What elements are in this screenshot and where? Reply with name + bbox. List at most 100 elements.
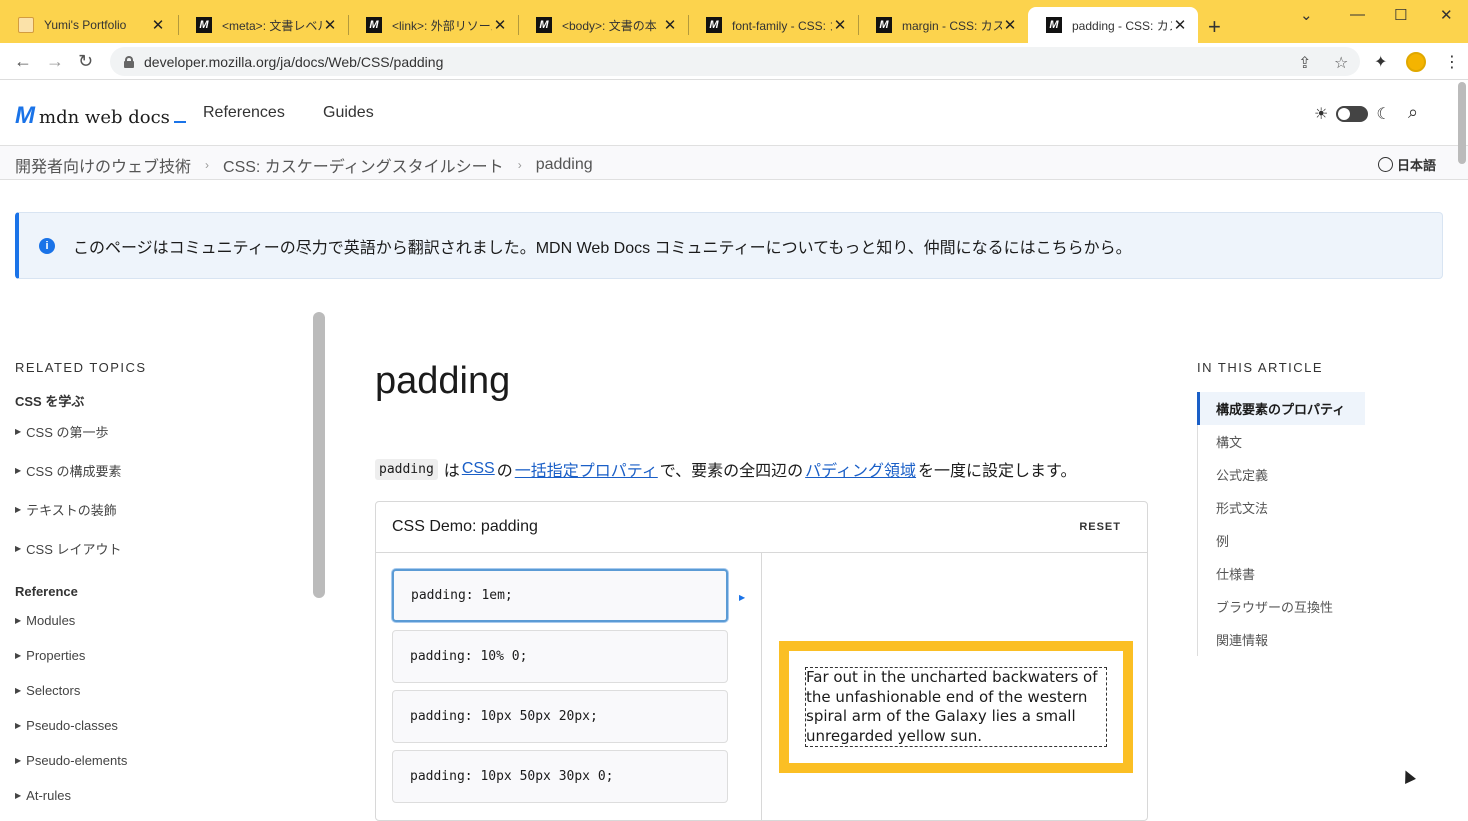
sidebar-item-pseudo-elements[interactable]: Pseudo-elements xyxy=(15,753,305,768)
close-icon[interactable]: ✕ xyxy=(662,16,678,34)
logo-text: mdn web docs xyxy=(39,107,170,128)
toc-item-see-also[interactable]: 関連情報 xyxy=(1198,623,1365,656)
sidebar: RELATED TOPICS CSS を学ぶ CSS の第一歩 CSS の構成要… xyxy=(15,360,305,803)
link-padding-area[interactable]: パディング領域 xyxy=(805,457,916,481)
sidebar-item-properties[interactable]: Properties xyxy=(15,648,305,663)
extensions-puzzle-icon[interactable]: ✦ xyxy=(1374,52,1387,72)
tab-title: <link>: 外部リソース xyxy=(392,18,492,33)
demo-title: CSS Demo: padding xyxy=(392,518,538,535)
reset-button[interactable]: RESET xyxy=(1079,521,1121,533)
mdn-logo[interactable]: M mdn web docs xyxy=(15,102,186,130)
breadcrumb-item-css[interactable]: CSS: カスケーディングスタイルシート xyxy=(223,153,504,177)
sidebar-item-selectors[interactable]: Selectors xyxy=(15,683,305,698)
sidebar-scrollbar[interactable] xyxy=(313,312,325,598)
close-icon[interactable]: ✕ xyxy=(1172,16,1188,34)
toc-item-syntax[interactable]: 構文 xyxy=(1198,425,1365,458)
sidebar-item-styling-text[interactable]: テキストの装飾 xyxy=(15,500,305,519)
breadcrumb-item-padding[interactable]: padding xyxy=(536,156,593,174)
chevron-right-icon: › xyxy=(205,158,210,172)
tab-body[interactable]: M <body>: 文書の本 ✕ xyxy=(518,7,688,43)
forward-icon[interactable]: → xyxy=(46,51,64,72)
breadcrumb: 開発者向けのウェブ技術 › CSS: カスケーディングスタイルシート › pad… xyxy=(15,153,593,177)
tab-margin[interactable]: M margin - CSS: カスケ ✕ xyxy=(858,7,1028,43)
link-css[interactable]: CSS xyxy=(462,460,495,478)
nav-guides[interactable]: Guides xyxy=(323,104,374,122)
tab-title: margin - CSS: カスケ xyxy=(902,18,1002,33)
mdn-icon: M xyxy=(366,17,382,33)
toc-item-browser-compat[interactable]: ブラウザーの互換性 xyxy=(1198,590,1365,623)
toc-item-examples[interactable]: 例 xyxy=(1198,524,1365,557)
sidebar-item-at-rules[interactable]: At-rules xyxy=(15,788,305,803)
tab-link[interactable]: M <link>: 外部リソース ✕ xyxy=(348,7,518,43)
sidebar-item-css-layout[interactable]: CSS レイアウト xyxy=(15,539,305,558)
mdn-logo-mark-icon: M xyxy=(15,102,35,129)
share-icon[interactable]: ⇪ xyxy=(1298,53,1311,73)
intro-text: で、要素の全四辺の xyxy=(659,463,804,480)
page-title: padding xyxy=(375,360,511,402)
sidebar-group-reference: Reference xyxy=(15,584,78,599)
reload-icon[interactable]: ↻ xyxy=(78,51,93,72)
toc-item-specifications[interactable]: 仕様書 xyxy=(1198,557,1365,590)
sidebar-item-pseudo-classes[interactable]: Pseudo-classes xyxy=(15,718,305,733)
menu-kebab-icon[interactable]: ⋮ xyxy=(1444,52,1460,72)
info-icon: i xyxy=(39,237,55,254)
toc-item-formal-definition[interactable]: 公式定義 xyxy=(1198,458,1365,491)
demo-choices: padding: 1em; ▶ padding: 10% 0; padding:… xyxy=(376,553,762,820)
demo-output: Far out in the uncharted backwaters of t… xyxy=(763,553,1147,820)
demo-sample-text: Far out in the uncharted backwaters of t… xyxy=(805,667,1107,747)
tab-title: <meta>: 文書レベル xyxy=(222,18,322,33)
globe-icon xyxy=(1378,157,1393,172)
table-of-contents: IN THIS ARTICLE 構成要素のプロパティ 構文 公式定義 形式文法 … xyxy=(1197,360,1365,656)
page-scrollbar[interactable] xyxy=(1458,82,1466,164)
tab-meta[interactable]: M <meta>: 文書レベル ✕ xyxy=(178,7,348,43)
sidebar-item-building-blocks[interactable]: CSS の構成要素 xyxy=(15,461,305,480)
address-toolbar: ← → ↻ developer.mozilla.org/ja/docs/Web/… xyxy=(0,43,1468,80)
demo-choice-3[interactable]: padding: 10px 50px 20px; xyxy=(392,690,728,743)
maximize-icon[interactable]: ☐ xyxy=(1394,6,1407,24)
close-icon[interactable]: ✕ xyxy=(150,16,166,34)
sidebar-heading: RELATED TOPICS xyxy=(15,360,147,375)
tab-search-icon[interactable]: ⌄ xyxy=(1300,6,1313,24)
mdn-icon: M xyxy=(706,17,722,33)
sidebar-item-first-steps[interactable]: CSS の第一歩 xyxy=(15,422,305,441)
close-icon[interactable]: ✕ xyxy=(1002,16,1018,34)
search-icon[interactable]: ⌕ xyxy=(1408,102,1418,123)
tab-padding[interactable]: M padding - CSS: カス ✕ xyxy=(1028,7,1198,43)
breadcrumb-item-web-tech[interactable]: 開発者向けのウェブ技術 xyxy=(15,153,191,177)
tab-title: Yumi's Portfolio xyxy=(44,18,127,32)
close-icon[interactable]: ✕ xyxy=(832,16,848,34)
language-switcher[interactable]: 日本語 xyxy=(1378,155,1436,174)
new-tab-button[interactable]: + xyxy=(1208,14,1221,40)
sidebar-group-learn-css: CSS を学ぶ xyxy=(15,394,85,409)
tab-title: padding - CSS: カス xyxy=(1072,18,1172,33)
bookmark-star-icon[interactable]: ☆ xyxy=(1334,53,1348,73)
site-header: M mdn web docs References Guides ☀ ☾ ⌕ xyxy=(0,80,1468,146)
sun-icon: ☀ xyxy=(1314,106,1329,123)
sidebar-item-modules[interactable]: Modules xyxy=(15,613,305,628)
theme-switcher[interactable]: ☀ ☾ xyxy=(1314,104,1391,124)
tab-font-family[interactable]: M font-family - CSS: カ ✕ xyxy=(688,7,858,43)
demo-choice-1[interactable]: padding: 1em; xyxy=(392,569,728,622)
nav-references[interactable]: References xyxy=(203,104,285,122)
back-icon[interactable]: ← xyxy=(14,51,32,72)
window-close-icon[interactable]: ✕ xyxy=(1440,6,1453,24)
tab-yumis-portfolio[interactable]: Yumi's Portfolio ✕ xyxy=(0,7,176,43)
theme-toggle[interactable] xyxy=(1336,106,1369,122)
breadcrumb-bar: 開発者向けのウェブ技術 › CSS: カスケーディングスタイルシート › pad… xyxy=(0,146,1468,180)
notice-text[interactable]: このページはコミュニティーの尽力で英語から翻訳されました。MDN Web Doc… xyxy=(73,234,1132,258)
toc-item-formal-syntax[interactable]: 形式文法 xyxy=(1198,491,1365,524)
link-shorthand-property[interactable]: 一括指定プロパティ xyxy=(515,457,658,481)
profile-avatar[interactable] xyxy=(1406,52,1426,72)
close-icon[interactable]: ✕ xyxy=(322,16,338,34)
url-bar[interactable]: developer.mozilla.org/ja/docs/Web/CSS/pa… xyxy=(110,47,1360,76)
chevron-right-icon: › xyxy=(517,158,522,172)
toc-item-constituent-properties[interactable]: 構成要素のプロパティ xyxy=(1197,392,1365,425)
demo-choice-4[interactable]: padding: 10px 50px 30px 0; xyxy=(392,750,728,803)
toc-list: 構成要素のプロパティ 構文 公式定義 形式文法 例 仕様書 ブラウザーの互換性 … xyxy=(1197,392,1365,656)
mouse-pointer-icon xyxy=(1400,768,1416,784)
mdn-icon: M xyxy=(1046,17,1062,33)
minimize-icon[interactable]: — xyxy=(1350,6,1365,23)
url-text: developer.mozilla.org/ja/docs/Web/CSS/pa… xyxy=(144,53,444,70)
close-icon[interactable]: ✕ xyxy=(492,16,508,34)
demo-choice-2[interactable]: padding: 10% 0; xyxy=(392,630,728,683)
